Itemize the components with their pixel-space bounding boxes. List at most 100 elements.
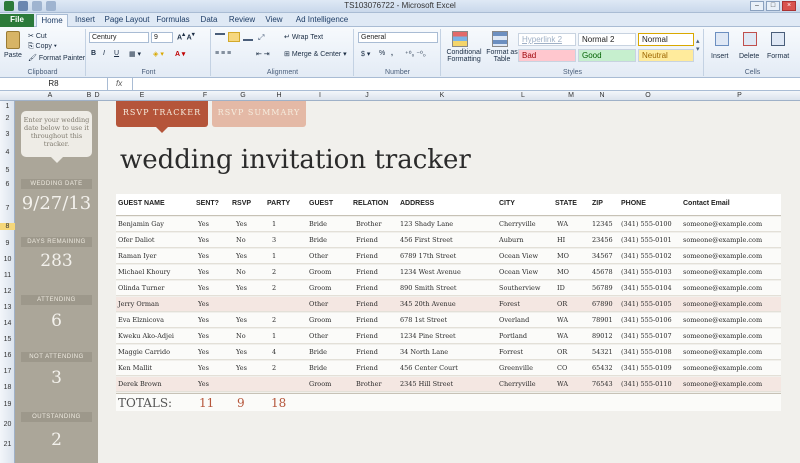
cell-phone[interactable]: (341) 555-0106 [621, 316, 672, 324]
row-header[interactable]: 9 [0, 240, 15, 247]
cell-guest-name[interactable]: Benjamin Gay [118, 220, 164, 228]
fx-icon[interactable]: fx [116, 78, 122, 90]
tab-home[interactable]: Home [36, 14, 68, 27]
cell-rsvp[interactable]: Yes [236, 252, 247, 260]
cell-contact-email[interactable]: someone@example.com [683, 284, 762, 292]
cell-phone[interactable]: (341) 555-0100 [621, 220, 672, 228]
format-cells-button[interactable]: Format [767, 53, 789, 60]
merge-center-button[interactable]: ⊞ Merge & Center ▾ [284, 50, 347, 58]
tab-formulas[interactable]: Formulas [154, 14, 192, 27]
cell-party[interactable]: 2 [272, 364, 276, 372]
cell-guest-name[interactable]: Ken Mallit [118, 364, 152, 372]
cell-guest-name[interactable]: Kweku Ako-Adjei [118, 332, 174, 340]
cell-guest[interactable]: Groom [309, 268, 331, 276]
cell-zip[interactable]: 54321 [592, 348, 613, 356]
cell-guest-name[interactable]: Eva Elznicova [118, 316, 164, 324]
cell-party[interactable]: 2 [272, 284, 276, 292]
tab-data[interactable]: Data [196, 14, 222, 27]
cell-zip[interactable]: 78901 [592, 316, 613, 324]
table-row[interactable]: Raman Iyer Yes Yes 1 Other Friend 6789 17th St… [116, 249, 781, 264]
cell-city[interactable]: Ocean View [499, 268, 538, 276]
cell-guest[interactable]: Bride [309, 220, 327, 228]
align-bottom-icon[interactable] [243, 33, 253, 41]
cell-guest[interactable]: Groom [309, 380, 331, 388]
cell-address[interactable]: 890 Smith Street [400, 284, 457, 292]
percent-button[interactable]: % [379, 50, 385, 57]
cell-sent[interactable]: Yes [198, 252, 209, 260]
row-header[interactable]: 18 [0, 384, 15, 391]
table-row[interactable]: Kweku Ako-Adjei Yes No 1 Other Friend 1234 Pin… [116, 329, 781, 344]
decimal-buttons[interactable]: ⁺⁰₀ ⁻⁰₀ [405, 50, 426, 58]
cell-city[interactable]: Auburn [499, 236, 524, 244]
cell-phone[interactable]: (341) 555-0103 [621, 268, 672, 276]
table-row[interactable]: Benjamin Gay Yes Yes 1 Bride Brother 123 Shady… [116, 217, 781, 232]
cell-party[interactable]: 1 [272, 332, 276, 340]
cell-rsvp[interactable]: No [236, 268, 246, 276]
cell-address[interactable]: 456 Center Court [400, 364, 458, 372]
cell-rsvp[interactable]: Yes [236, 220, 247, 228]
borders-button[interactable]: ▦ ▾ [129, 50, 141, 58]
italic-button[interactable]: I [103, 50, 105, 57]
cell-city[interactable]: Ocean View [499, 252, 538, 260]
grow-font-button[interactable]: A▴ A▾ [177, 32, 195, 41]
tab-ad-intelligence[interactable]: Ad Intelligence [292, 14, 352, 27]
paste-button[interactable]: Paste [4, 52, 22, 59]
cell-guest-name[interactable]: Michael Khoury [118, 268, 170, 276]
cell-contact-email[interactable]: someone@example.com [683, 316, 762, 324]
format-cells-icon[interactable] [771, 32, 785, 46]
column-header-d[interactable]: D [93, 91, 101, 101]
cell-sent[interactable]: Yes [198, 380, 209, 388]
cell-address[interactable]: 1234 Pine Street [400, 332, 456, 340]
table-row[interactable]: Olinda Turner Yes Yes 2 Groom Friend 890 Smith… [116, 281, 781, 296]
cell-guest[interactable]: Groom [309, 316, 331, 324]
row-header[interactable]: 4 [0, 149, 15, 156]
cell-guest[interactable]: Other [309, 252, 328, 260]
header-state[interactable]: STATE [555, 200, 577, 207]
rsvp-summary-tab[interactable]: RSVP SUMMARY [212, 101, 306, 127]
cell-guest-name[interactable]: Derek Brown [118, 380, 162, 388]
column-header-b[interactable]: B [85, 91, 93, 101]
cell-guest[interactable]: Other [309, 332, 328, 340]
cell-contact-email[interactable]: someone@example.com [683, 300, 762, 308]
cell-party[interactable]: 1 [272, 220, 276, 228]
table-row[interactable]: Maggie Carrido Yes Yes 4 Bride Friend 34 North… [116, 345, 781, 360]
cell-address[interactable]: 6789 17th Street [400, 252, 456, 260]
header-zip[interactable]: ZIP [592, 200, 603, 207]
copy-button[interactable]: ⎘ Copy ▾ [28, 43, 57, 51]
cell-guest[interactable]: Bride [309, 236, 327, 244]
align-top-icon[interactable] [215, 33, 225, 41]
table-row[interactable]: Jerry Orman Yes Other Friend 345 20th Avenue… [116, 297, 781, 312]
row-header[interactable]: 5 [0, 167, 15, 174]
table-row[interactable]: Ken Mallit Yes Yes 2 Bride Friend 456 Center C… [116, 361, 781, 376]
column-header-n[interactable]: N [587, 91, 617, 101]
column-header-m[interactable]: M [555, 91, 587, 101]
cell-guest-name[interactable]: Raman Iyer [118, 252, 156, 260]
column-header-j[interactable]: J [341, 91, 393, 101]
cell-zip[interactable]: 23456 [592, 236, 613, 244]
wedding-date-value[interactable]: 9/27/13 [15, 193, 98, 214]
cell-sent[interactable]: Yes [198, 220, 209, 228]
cell-party[interactable]: 2 [272, 268, 276, 276]
column-header-f[interactable]: F [183, 91, 227, 101]
cell-state[interactable]: WA [557, 316, 568, 324]
cell-guest[interactable]: Bride [309, 348, 327, 356]
column-header-h[interactable]: H [259, 91, 299, 101]
tab-review[interactable]: Review [226, 14, 258, 27]
cell-state[interactable]: WA [557, 220, 568, 228]
font-size-select[interactable]: 9 [151, 32, 173, 43]
header-phone[interactable]: PHONE [621, 200, 646, 207]
header-contact-email[interactable]: Contact Email [683, 200, 730, 207]
cell-relation[interactable]: Friend [356, 284, 378, 292]
cell-contact-email[interactable]: someone@example.com [683, 220, 762, 228]
cell-relation[interactable]: Brother [356, 220, 382, 228]
header-relation[interactable]: RELATION [353, 200, 388, 207]
row-header[interactable]: 19 [0, 401, 15, 408]
wrap-text-button[interactable]: ↵ Wrap Text [284, 33, 323, 41]
style-hyperlink-2[interactable]: Hyperlink 2 [518, 33, 576, 46]
cell-city[interactable]: Overland [499, 316, 529, 324]
style-bad[interactable]: Bad [518, 49, 576, 62]
cell-relation[interactable]: Friend [356, 268, 378, 276]
cell-sent[interactable]: Yes [198, 316, 209, 324]
close-button[interactable]: × [782, 1, 796, 11]
row-header[interactable]: 1 [0, 103, 15, 110]
